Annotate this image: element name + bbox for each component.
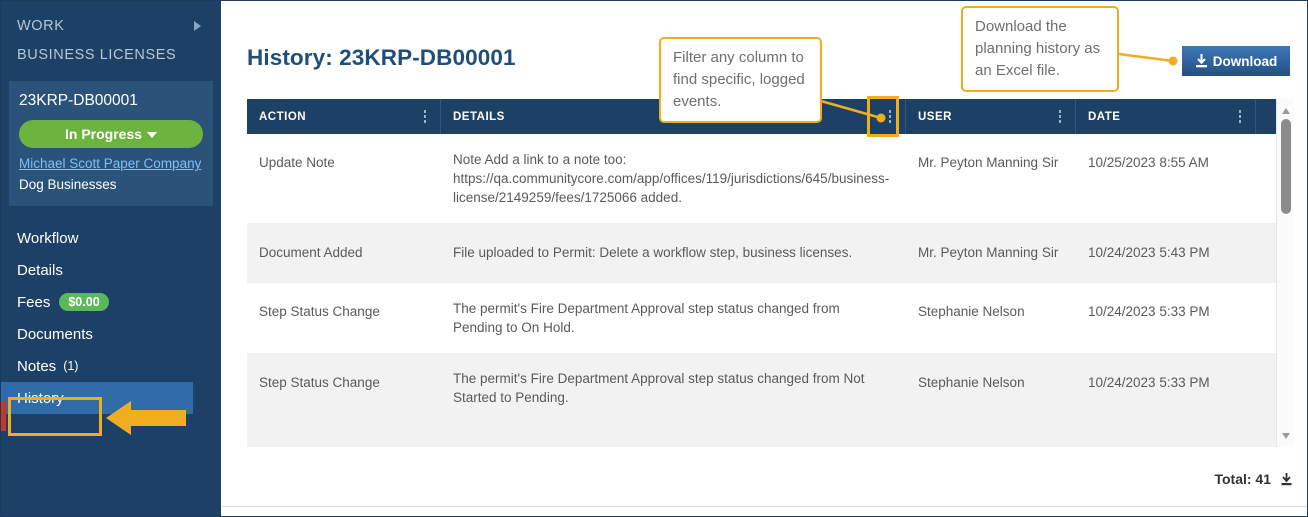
callout-download-text: Download the planning history as an Exce…	[975, 18, 1101, 79]
application-window: WORK BUSINESS LICENSES 23KRP-DB00001 In …	[0, 0, 1308, 517]
callout-filter: Filter any column to find specific, logg…	[659, 37, 822, 123]
callout-filter-text: Filter any column to find specific, logg…	[673, 49, 805, 110]
left-arrow-icon	[106, 401, 186, 435]
callout-download: Download the planning history as an Exce…	[961, 6, 1119, 92]
